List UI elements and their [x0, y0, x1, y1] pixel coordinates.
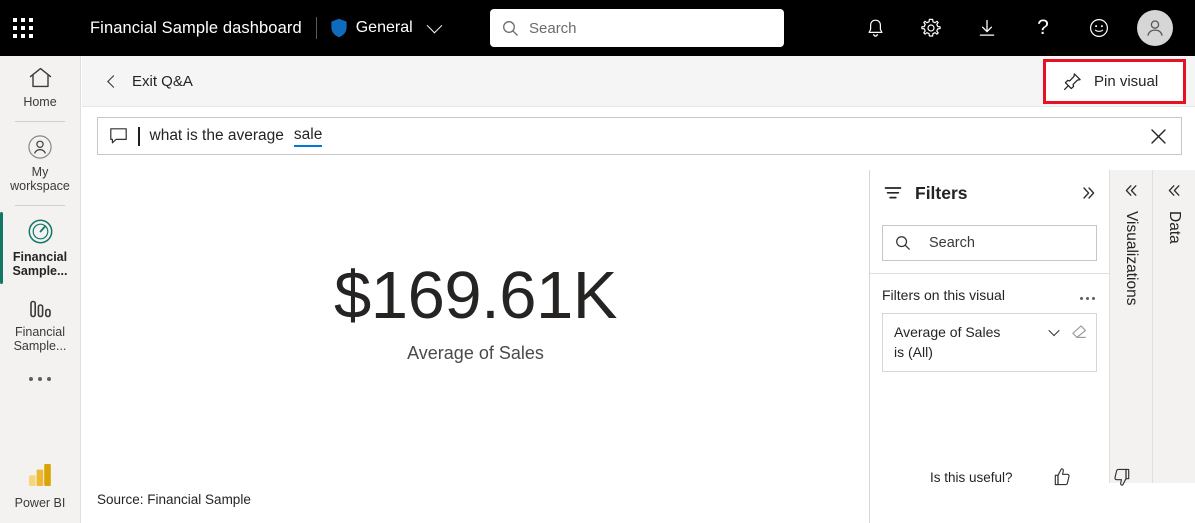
sidebar-divider [15, 120, 65, 122]
thumbs-down-button[interactable] [1111, 466, 1133, 488]
qa-recognized-term: sale [293, 126, 323, 147]
header-divider [315, 17, 317, 39]
clear-filter-button[interactable] [1071, 324, 1088, 340]
avatar [1137, 10, 1173, 46]
waffle-icon [13, 18, 33, 38]
filters-section-more-button[interactable] [1080, 291, 1095, 300]
waffle-menu-button[interactable] [0, 0, 46, 56]
qa-question-text: what is the average [149, 127, 284, 144]
qa-feedback: Is this useful? [930, 466, 1133, 488]
visualizations-pane-collapsed[interactable]: Visualizations [1109, 170, 1152, 483]
shield-icon [331, 18, 347, 38]
filter-card-actions [1048, 324, 1088, 340]
data-label: Data [1166, 211, 1183, 244]
chevron-double-left-icon [1168, 185, 1179, 196]
settings-button[interactable] [903, 0, 959, 56]
sidebar-item-label: Home [23, 95, 57, 109]
report-bars-icon [29, 300, 51, 317]
page-title[interactable]: Financial Sample dashboard [90, 19, 302, 38]
search-icon [503, 20, 518, 36]
filter-card[interactable]: Average of Sales is (All) [882, 313, 1097, 372]
smiley-icon [1090, 19, 1108, 37]
thumbs-down-icon [1113, 468, 1129, 486]
chevron-down-icon[interactable] [1048, 324, 1060, 337]
chat-bubble-icon [110, 128, 127, 144]
sidebar-item-financial-sample-dashboard[interactable]: Financial Sample... [0, 208, 81, 288]
sidebar-more-button[interactable] [29, 363, 51, 381]
qa-toolbar: Exit Q&A Pin visual [82, 56, 1195, 107]
workspace-selector[interactable]: General [330, 17, 442, 38]
sidebar-item-home[interactable]: Home [0, 56, 81, 119]
feedback-prompt: Is this useful? [930, 469, 1013, 485]
download-button[interactable] [959, 0, 1015, 56]
filters-header: Filters [870, 170, 1109, 216]
power-bi-footer[interactable]: Power BI [14, 461, 66, 523]
search-input[interactable] [529, 19, 759, 37]
data-pane-collapsed[interactable]: Data [1152, 170, 1195, 483]
person-circle-icon [28, 134, 52, 159]
sidebar-item-label: Financial Sample... [12, 249, 68, 279]
person-icon [1147, 20, 1163, 36]
chevron-down-icon [426, 17, 442, 33]
sidebar-item-my-workspace[interactable]: My workspace [0, 124, 81, 203]
download-icon [979, 19, 995, 36]
exit-qa-button[interactable]: Exit Q&A [107, 72, 193, 90]
gear-icon [921, 18, 941, 37]
chevron-double-right-icon [1083, 187, 1095, 199]
dashboard-gauge-icon [28, 219, 52, 243]
qa-result-canvas: $169.61K Average of Sales Source: Financ… [82, 170, 869, 523]
filters-section-label: Filters on this visual [882, 287, 1005, 303]
sidebar-item-label: Financial Sample... [13, 324, 67, 354]
help-button[interactable]: ? [1015, 0, 1071, 56]
eraser-icon [1072, 325, 1087, 338]
qa-question-box[interactable]: what is the average sale [97, 117, 1182, 155]
visualizations-label: Visualizations [1123, 211, 1140, 306]
filters-section-header: Filters on this visual [870, 274, 1109, 303]
source-label: Source: Financial Sample [97, 492, 251, 507]
text-cursor [138, 126, 140, 146]
sidebar-item-financial-sample-report[interactable]: Financial Sample... [0, 288, 81, 363]
chevron-left-icon [107, 74, 120, 88]
pin-visual-button[interactable]: Pin visual [1043, 59, 1186, 104]
expand-data-button[interactable] [1167, 184, 1182, 197]
power-bi-qa-page: Financial Sample dashboard General Searc… [0, 0, 1195, 523]
filter-card-state: is (All) [894, 344, 933, 360]
power-bi-logo-icon [28, 464, 51, 486]
filters-expand-button[interactable] [1081, 186, 1097, 200]
global-header: Financial Sample dashboard General Searc… [0, 0, 1195, 56]
filters-search[interactable] [882, 225, 1097, 261]
kpi-value: $169.61K [334, 258, 617, 333]
power-bi-label: Power BI [14, 496, 66, 510]
thumbs-up-icon [1054, 468, 1070, 486]
chevron-double-left-icon [1125, 185, 1136, 196]
close-icon [1150, 128, 1166, 144]
left-navigation: Home My workspace Financial Sample... Fi… [0, 56, 81, 523]
qa-question-content[interactable]: what is the average sale [98, 126, 1135, 147]
notifications-button[interactable] [847, 0, 903, 56]
sidebar-item-label: My workspace [10, 164, 70, 194]
sidebar-divider [15, 204, 65, 206]
thumbs-up-button[interactable] [1051, 466, 1073, 488]
search-icon [896, 236, 911, 251]
filters-search-input[interactable] [929, 235, 1079, 251]
filter-icon [884, 187, 902, 199]
exit-qa-label: Exit Q&A [132, 72, 193, 90]
bell-icon [868, 19, 882, 37]
workspace-name: General [355, 19, 413, 36]
filters-title: Filters [915, 182, 968, 203]
qa-close-button[interactable] [1135, 118, 1181, 154]
question-mark-icon: ? [1037, 16, 1049, 39]
home-icon [29, 67, 51, 88]
kpi-card[interactable]: $169.61K Average of Sales [82, 258, 869, 364]
kpi-label: Average of Sales [407, 343, 544, 363]
global-search[interactable] [490, 9, 784, 47]
header-actions: ? [847, 0, 1183, 56]
expand-visualizations-button[interactable] [1124, 184, 1139, 197]
feedback-button[interactable] [1071, 0, 1127, 56]
pin-visual-label: Pin visual [1094, 73, 1159, 90]
pin-icon [1063, 73, 1081, 91]
pin-visual-content: Pin visual [1046, 72, 1158, 91]
account-button[interactable] [1127, 0, 1183, 56]
